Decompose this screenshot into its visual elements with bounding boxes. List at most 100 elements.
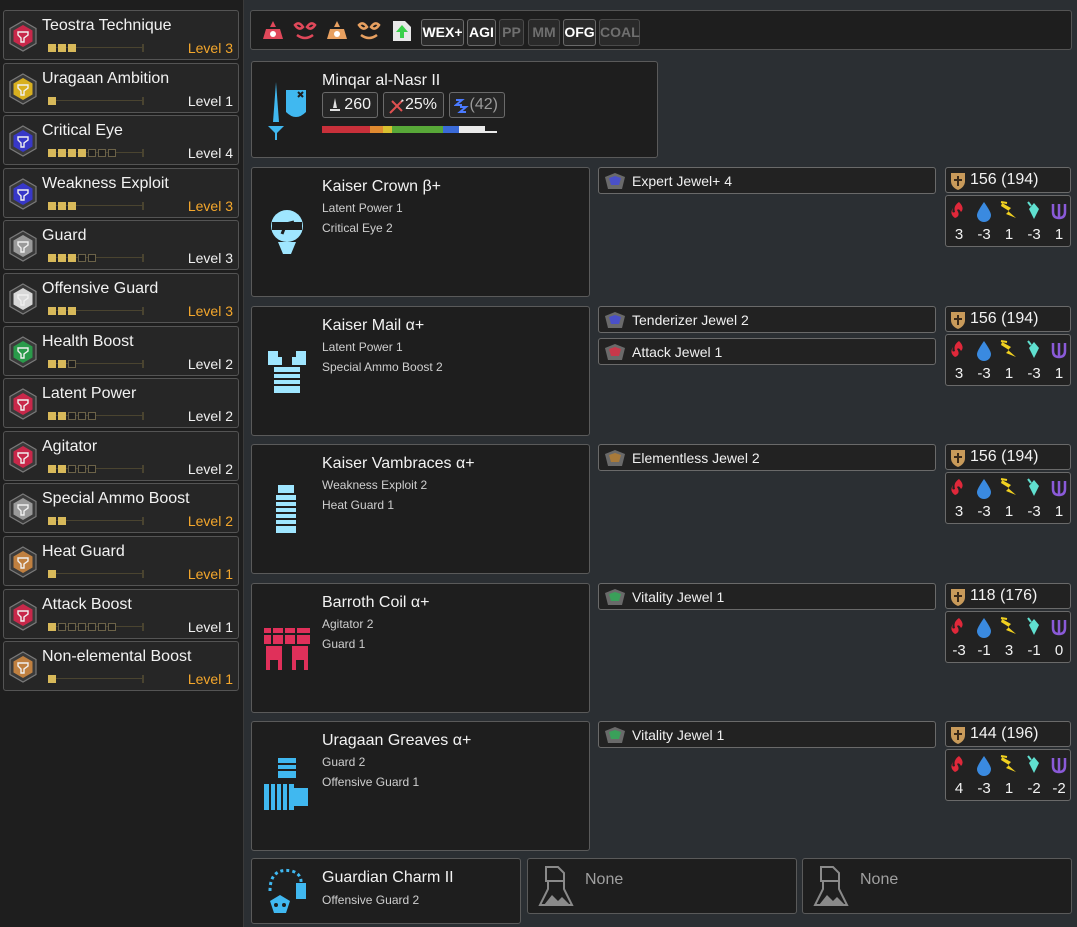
defense-stat: 156 (194) [945, 444, 1071, 471]
skill-row[interactable]: Agitator Level 2 [3, 430, 239, 481]
skill-row[interactable]: Offensive Guard Level 3 [3, 273, 239, 323]
resistance-value: 0 [1054, 641, 1064, 659]
skill-hex-icon [9, 441, 37, 473]
toggle-coal[interactable]: COAL [599, 19, 640, 46]
skill-level: Level 1 [187, 671, 233, 688]
skill-row[interactable]: Weakness Exploit Level 3 [3, 167, 239, 218]
defense-shield-icon [951, 311, 965, 329]
skill-pip [78, 622, 86, 631]
kaiser-set-icon[interactable] [291, 17, 319, 45]
skill-row[interactable]: Latent Power Level 2 [3, 378, 239, 429]
skill-pip [108, 622, 116, 631]
sharpness-segment [356, 126, 370, 133]
skill-pip [88, 464, 96, 473]
defense-shield-icon [951, 588, 965, 606]
resistance-value: 3 [954, 364, 964, 382]
decoration-gem-icon [605, 727, 625, 744]
skill-hex-icon [9, 230, 37, 263]
defense-stat: 156 (194) [945, 167, 1071, 193]
skill-row[interactable]: Special Ammo Boost Level 2 [3, 483, 239, 534]
sharpness-bar [322, 126, 497, 133]
skill-row[interactable]: Uragaan Ambition Level 1 [3, 62, 239, 113]
skill-pip [58, 44, 66, 52]
toggle-pp[interactable]: PP [499, 19, 524, 46]
armor-skill: Offensive Guard 1 [322, 775, 420, 790]
skill-pip [48, 622, 56, 631]
charm-card[interactable]: Guardian Charm II Offensive Guard 2 [251, 858, 521, 924]
decoration-slot[interactable]: Tenderizer Jewel 2 [598, 305, 936, 333]
empty-slot-2[interactable]: None [802, 858, 1072, 914]
skill-pip [58, 254, 66, 263]
toggle-agi[interactable]: AGI [467, 19, 496, 46]
thunder-res-icon [1000, 201, 1016, 218]
skill-level-pips [48, 96, 144, 106]
water-res-icon [977, 617, 991, 638]
skill-level: Level 3 [187, 303, 233, 319]
skill-row[interactable]: Attack Boost Level 1 [3, 588, 239, 639]
waist-icon [264, 627, 310, 670]
sharpness-segment [443, 126, 459, 133]
skill-level: Level 1 [187, 618, 233, 635]
decoration-slot[interactable]: Expert Jewel+ 4 [598, 167, 936, 194]
decoration-slot[interactable]: Attack Jewel 1 [598, 337, 936, 365]
skill-row[interactable]: Health Boost Level 2 [3, 325, 239, 376]
resistance-value: -2 [1052, 780, 1066, 798]
defense-value: 144 (196) [970, 725, 1039, 743]
toggle-mm[interactable]: MM [528, 19, 560, 46]
skill-pip [58, 201, 66, 210]
skill-level-pips [48, 674, 144, 684]
skill-name: Special Ammo Boost [42, 490, 190, 508]
barroth-set-icon[interactable] [355, 17, 383, 45]
skill-level-pips [48, 411, 144, 421]
fire-res-icon [951, 202, 963, 218]
skill-pip [88, 622, 96, 631]
sharpness-segment [392, 126, 443, 133]
skill-row[interactable]: Teostra Technique Level 3 [3, 10, 239, 60]
resistance-value: 1 [1004, 780, 1014, 798]
decoration-slot[interactable]: Elementless Jewel 2 [598, 444, 936, 472]
affinity-stat: 25% [383, 92, 444, 118]
armor-card[interactable]: Barroth Coil α+ Agitator 2 Guard 1 [251, 582, 590, 713]
teostra-set-icon[interactable] [259, 17, 287, 45]
skill-hex-icon [9, 651, 37, 683]
skill-pip [98, 149, 106, 158]
empty-slot-icon [813, 866, 849, 906]
decoration-name: Elementless Jewel 2 [632, 450, 760, 467]
skill-summary-panel: Teostra Technique Level 3 Uragaan Ambition… [0, 0, 244, 927]
skill-name: Critical Eye [42, 122, 123, 140]
armor-card[interactable]: Kaiser Vambraces α+ Weakness Exploit 2 Hea… [251, 444, 590, 575]
empty-slot-label: None [585, 871, 624, 888]
uragaan-set-icon[interactable] [323, 17, 351, 45]
decoration-gem-icon [605, 173, 625, 189]
fire-res-icon [951, 756, 963, 773]
legs-icon [264, 758, 308, 811]
skill-row[interactable]: Heat Guard Level 1 [3, 536, 239, 586]
upgrade-arrow-icon[interactable] [387, 17, 415, 45]
affinity-icon [389, 99, 404, 114]
skill-pip [58, 412, 66, 421]
toggle-wex-plus[interactable]: WEX+ [421, 19, 464, 46]
resistance-value: -3 [977, 226, 991, 243]
skill-pip [48, 517, 56, 526]
ice-res-icon [1027, 201, 1039, 219]
armor-skill: Critical Eye 2 [322, 221, 393, 235]
skill-row[interactable]: Critical Eye Level 4 [3, 115, 239, 166]
armor-card[interactable]: Uragaan Greaves α+ Guard 2 Offensive Guard… [251, 721, 590, 852]
skill-row[interactable]: Non-elemental Boost Level 1 [3, 641, 239, 692]
decoration-slot[interactable]: Vitality Jewel 1 [598, 582, 936, 610]
armor-card[interactable]: Kaiser Mail α+ Latent Power 1 Special Ammo… [251, 305, 590, 436]
elemental-resistances: 4 -3 1 -2 -2 [945, 749, 1071, 802]
weapon-card[interactable]: Minqar al-Nasr II 260 25% (42) [251, 61, 658, 158]
empty-slot-1[interactable]: None [527, 858, 797, 914]
ice-res-icon [1027, 755, 1039, 774]
skill-hex-icon [9, 72, 37, 105]
skill-pip [78, 149, 86, 158]
skill-level: Level 1 [187, 566, 233, 582]
decoration-slot[interactable]: Vitality Jewel 1 [598, 721, 936, 749]
sharpness-segment [370, 126, 383, 133]
skill-row[interactable]: Guard Level 3 [3, 220, 239, 271]
resistance-value: 1 [1054, 503, 1064, 521]
toggle-ofg[interactable]: OFG [563, 19, 596, 46]
resistance-value: -3 [1027, 364, 1041, 382]
armor-card[interactable]: Kaiser Crown β+ Latent Power 1 Critical Ey… [251, 167, 590, 297]
